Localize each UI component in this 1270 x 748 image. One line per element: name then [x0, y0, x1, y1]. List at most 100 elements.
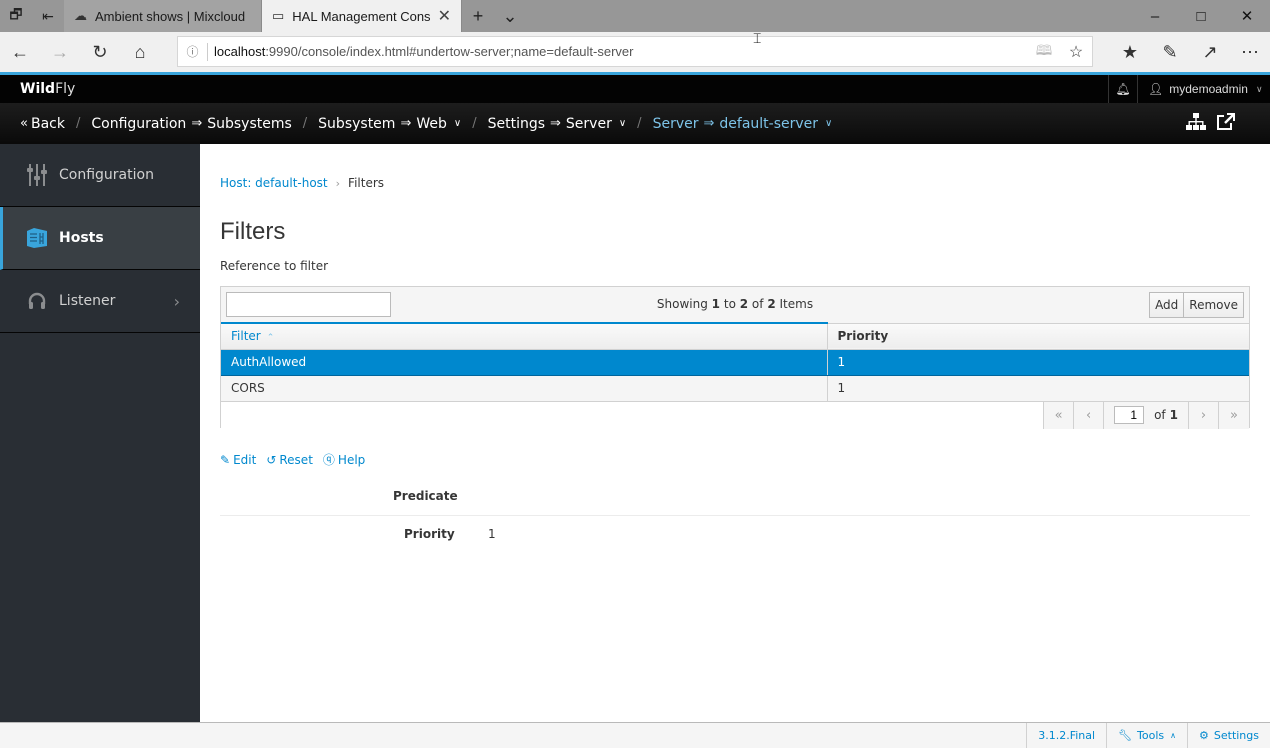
breadcrumb-configuration[interactable]: Configuration ⇒ Subsystems — [91, 116, 291, 132]
home-icon[interactable]: ⌂ — [126, 38, 154, 66]
close-window-button[interactable]: ✕ — [1224, 0, 1270, 32]
sidebar-item-configuration[interactable]: Configuration — [0, 144, 200, 207]
table-header-row: Filter ⌃ Priority — [221, 322, 1249, 350]
back-link[interactable]: « Back — [20, 116, 65, 132]
favorites-hub-icon[interactable]: ★ — [1116, 38, 1144, 66]
sidebar-item-hosts[interactable]: Hosts — [0, 207, 200, 270]
favorite-star-icon[interactable]: ☆ — [1060, 42, 1092, 62]
reading-view-icon[interactable]: 🕮 — [1028, 40, 1060, 64]
page-number-input[interactable] — [1114, 406, 1145, 424]
main-content: Host: default-host › Filters Filters Ref… — [200, 144, 1270, 722]
minimize-button[interactable]: – — [1132, 0, 1178, 32]
breadcrumb-separator: / — [302, 116, 308, 131]
browser-tab-hal[interactable]: ▭ HAL Management Cons ✕ — [262, 0, 462, 32]
table-row[interactable]: CORS 1 — [221, 375, 1249, 402]
version-link[interactable]: 3.1.2.Final — [1026, 723, 1106, 748]
browser-tab-bar: 🗗 ⇤ ☁ Ambient shows | Mixcloud ▭ HAL Man… — [0, 0, 1270, 32]
breadcrumb-settings[interactable]: Settings ⇒ Server ∨ — [488, 116, 627, 132]
pencil-icon: ✎ — [220, 452, 231, 467]
url-path: :9990/console/index.html#undertow-server… — [265, 44, 634, 59]
info-of-word: of — [751, 297, 764, 311]
breadcrumb-subsystem[interactable]: Subsystem ⇒ Web ∨ — [318, 116, 461, 132]
first-page-icon[interactable]: « — [1044, 401, 1075, 429]
sort-ascending-icon: ⌃ — [266, 333, 275, 344]
sidebar-item-listener[interactable]: Listener › — [0, 270, 200, 333]
breadcrumb-value: Web — [416, 115, 447, 132]
vertical-nav: Configuration Hosts Listener › — [0, 144, 200, 722]
brand-bold: Wild — [20, 81, 56, 97]
table-toolbar: Showing 1 to 2 of 2 Items Add Remove — [221, 287, 1249, 322]
sliders-icon — [26, 164, 48, 186]
sidebar-item-label: Configuration — [59, 167, 154, 183]
column-header-filter[interactable]: Filter ⌃ — [221, 322, 827, 350]
next-page-icon[interactable]: › — [1189, 401, 1219, 429]
data-table: Filter ⌃ Priority AuthAllowed 1 CORS 1 — [221, 322, 1249, 402]
double-chevron-left-icon: « — [20, 116, 28, 131]
breadcrumb-server[interactable]: Server ⇒ default-server ∨ — [653, 116, 833, 132]
tab-list-chevron-icon[interactable]: ⌄ — [494, 0, 526, 32]
set-tabs-aside-icon[interactable]: ⇤ — [32, 0, 64, 32]
more-options-icon[interactable]: ⋯ — [1236, 38, 1264, 66]
arrow-icon: ⇒ — [191, 116, 203, 131]
tab-manager-icon[interactable]: 🗗 — [0, 0, 32, 32]
user-menu[interactable]: 👤︎ mydemoadmin ∨ — [1148, 75, 1263, 103]
cell-priority: 1 — [826, 375, 1249, 402]
web-note-pen-icon[interactable]: ✎ — [1156, 38, 1184, 66]
crumb-host-link[interactable]: Host: default-host — [220, 176, 328, 190]
site-info-icon[interactable]: ⓘ — [178, 42, 208, 61]
help-link[interactable]: ⓠ Help — [323, 451, 365, 468]
cell-filter: AuthAllowed — [221, 349, 827, 376]
undo-icon: ↺ — [266, 452, 277, 467]
add-button[interactable]: Add — [1149, 292, 1185, 318]
brand-logo[interactable]: WildFly — [20, 81, 75, 97]
form-actions: ✎ Edit ↺ Reset ⓠ Help — [220, 451, 365, 468]
external-link-icon[interactable] — [1216, 113, 1236, 136]
server-blocks-icon — [26, 227, 48, 249]
maximize-button[interactable]: □ — [1178, 0, 1224, 32]
wrench-icon: 🔧︎ — [1118, 729, 1133, 742]
form-divider — [220, 515, 1250, 516]
back-arrow-icon[interactable]: ← — [6, 38, 34, 66]
chevron-up-icon: ∧ — [1170, 731, 1176, 740]
page-total: 1 — [1169, 408, 1178, 422]
breadcrumb-key: Server — [652, 115, 699, 132]
chevron-down-icon: ∨ — [1255, 83, 1263, 94]
reset-link[interactable]: ↺ Reset — [266, 451, 313, 468]
url-text[interactable]: localhost:9990/console/index.html#undert… — [208, 44, 1028, 59]
close-tab-icon[interactable]: ✕ — [438, 6, 451, 26]
notification-bell-icon[interactable]: 🔔︎ — [1108, 75, 1138, 103]
last-page-icon[interactable]: » — [1219, 402, 1249, 429]
browser-tab-mixcloud[interactable]: ☁ Ambient shows | Mixcloud — [64, 0, 262, 32]
info-prefix: Showing — [656, 297, 708, 311]
tab-label: Ambient shows | Mixcloud — [95, 8, 246, 24]
edit-link[interactable]: ✎ Edit — [220, 451, 256, 468]
crumb-current: Filters — [348, 176, 385, 190]
chevron-right-icon: › — [173, 291, 180, 311]
tools-menu[interactable]: 🔧︎ Tools ∧ — [1106, 723, 1187, 748]
table-row[interactable]: AuthAllowed 1 — [221, 349, 1249, 376]
sitemap-icon[interactable] — [1186, 113, 1206, 136]
table-filter-input[interactable] — [226, 292, 391, 317]
info-from: 1 — [711, 297, 721, 311]
share-icon[interactable]: ↗ — [1196, 38, 1224, 66]
chevron-down-icon[interactable]: ∨ — [825, 118, 832, 129]
breadcrumb-separator: / — [637, 116, 642, 131]
url-host: localhost — [214, 44, 266, 59]
pagination: « ‹ of 1 › » — [1043, 401, 1249, 429]
previous-page-icon[interactable]: ‹ — [1074, 401, 1105, 429]
column-header-priority[interactable]: Priority — [826, 322, 1249, 350]
info-to: 2 — [739, 297, 749, 311]
remove-button[interactable]: Remove — [1184, 292, 1244, 318]
info-suffix: Items — [779, 297, 814, 311]
new-tab-button[interactable]: + — [462, 0, 494, 32]
refresh-icon[interactable]: ↻ — [86, 38, 114, 66]
filters-table: Showing 1 to 2 of 2 Items Add Remove Fil… — [220, 286, 1250, 430]
chevron-down-icon[interactable]: ∨ — [619, 118, 626, 129]
address-bar[interactable]: ⓘ localhost:9990/console/index.html#unde… — [177, 36, 1093, 67]
breadcrumb-key: Settings — [487, 115, 546, 132]
chevron-down-icon[interactable]: ∨ — [454, 118, 461, 129]
settings-link[interactable]: ⚙ Settings — [1187, 723, 1270, 748]
footer-items: 3.1.2.Final 🔧︎ Tools ∧ ⚙ Settings — [1026, 723, 1270, 748]
finder-breadcrumb: « Back / Configuration ⇒ Subsystems / Su… — [0, 103, 1270, 144]
forward-arrow-icon[interactable]: → — [46, 38, 74, 66]
